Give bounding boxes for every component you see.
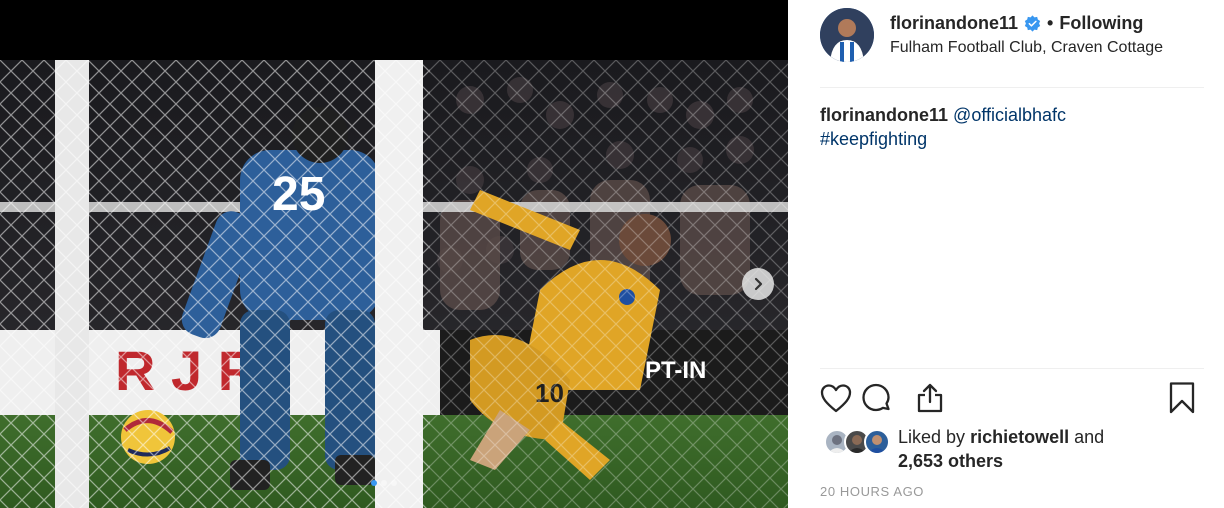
liker-username-link[interactable]: richietowell [970, 427, 1069, 447]
hashtag-link[interactable]: #keepfighting [820, 129, 927, 149]
post-sidebar: florinandone11 • Following Fulham Footba… [788, 0, 1224, 508]
post-photo: PT-IN R J R 25 10 [0, 60, 788, 508]
carousel-dot [371, 480, 377, 486]
verified-badge-icon [1024, 15, 1041, 32]
share-icon [917, 383, 943, 413]
others-likes-link[interactable]: 2,653 others [898, 451, 1003, 471]
likes-section: Liked by richietowell and 2,653 others [820, 425, 1204, 475]
liker-avatars[interactable] [824, 429, 894, 455]
bookmark-icon [1169, 382, 1195, 414]
post-header: florinandone11 • Following Fulham Footba… [788, 0, 1224, 70]
post-caption: florinandone11 @officialbhafc #keepfight… [820, 103, 1190, 151]
comment-button[interactable] [858, 378, 894, 418]
save-button[interactable] [1164, 378, 1200, 418]
following-button[interactable]: Following [1059, 13, 1143, 34]
carousel-dot [381, 480, 387, 486]
actions-divider [820, 368, 1204, 369]
likes-summary: Liked by richietowell and 2,653 others [898, 425, 1104, 473]
user-line: florinandone11 • Following [890, 13, 1143, 34]
post-media: PT-IN R J R 25 10 [0, 0, 788, 508]
liked-by-label: Liked by [898, 427, 966, 447]
like-button[interactable] [818, 378, 854, 418]
comment-icon [862, 383, 890, 412]
share-button[interactable] [912, 378, 948, 418]
mention-link[interactable]: @officialbhafc [953, 105, 1066, 125]
chevron-right-icon [754, 277, 763, 291]
username-link[interactable]: florinandone11 [890, 13, 1018, 34]
carousel-indicator [371, 480, 397, 486]
avatar[interactable] [820, 8, 874, 62]
heart-icon [820, 384, 852, 413]
caption-author-link[interactable]: florinandone11 [820, 105, 948, 125]
likes-conjunction: and [1074, 427, 1105, 447]
action-bar [820, 378, 1204, 418]
header-divider [820, 87, 1204, 88]
carousel-dot [391, 480, 397, 486]
post-timestamp[interactable]: 20 HOURS AGO [820, 484, 924, 499]
location-link[interactable]: Fulham Football Club, Craven Cottage [890, 39, 1163, 57]
next-photo-button[interactable] [742, 268, 774, 300]
liker-avatar [864, 429, 890, 455]
separator-dot: • [1047, 13, 1054, 33]
